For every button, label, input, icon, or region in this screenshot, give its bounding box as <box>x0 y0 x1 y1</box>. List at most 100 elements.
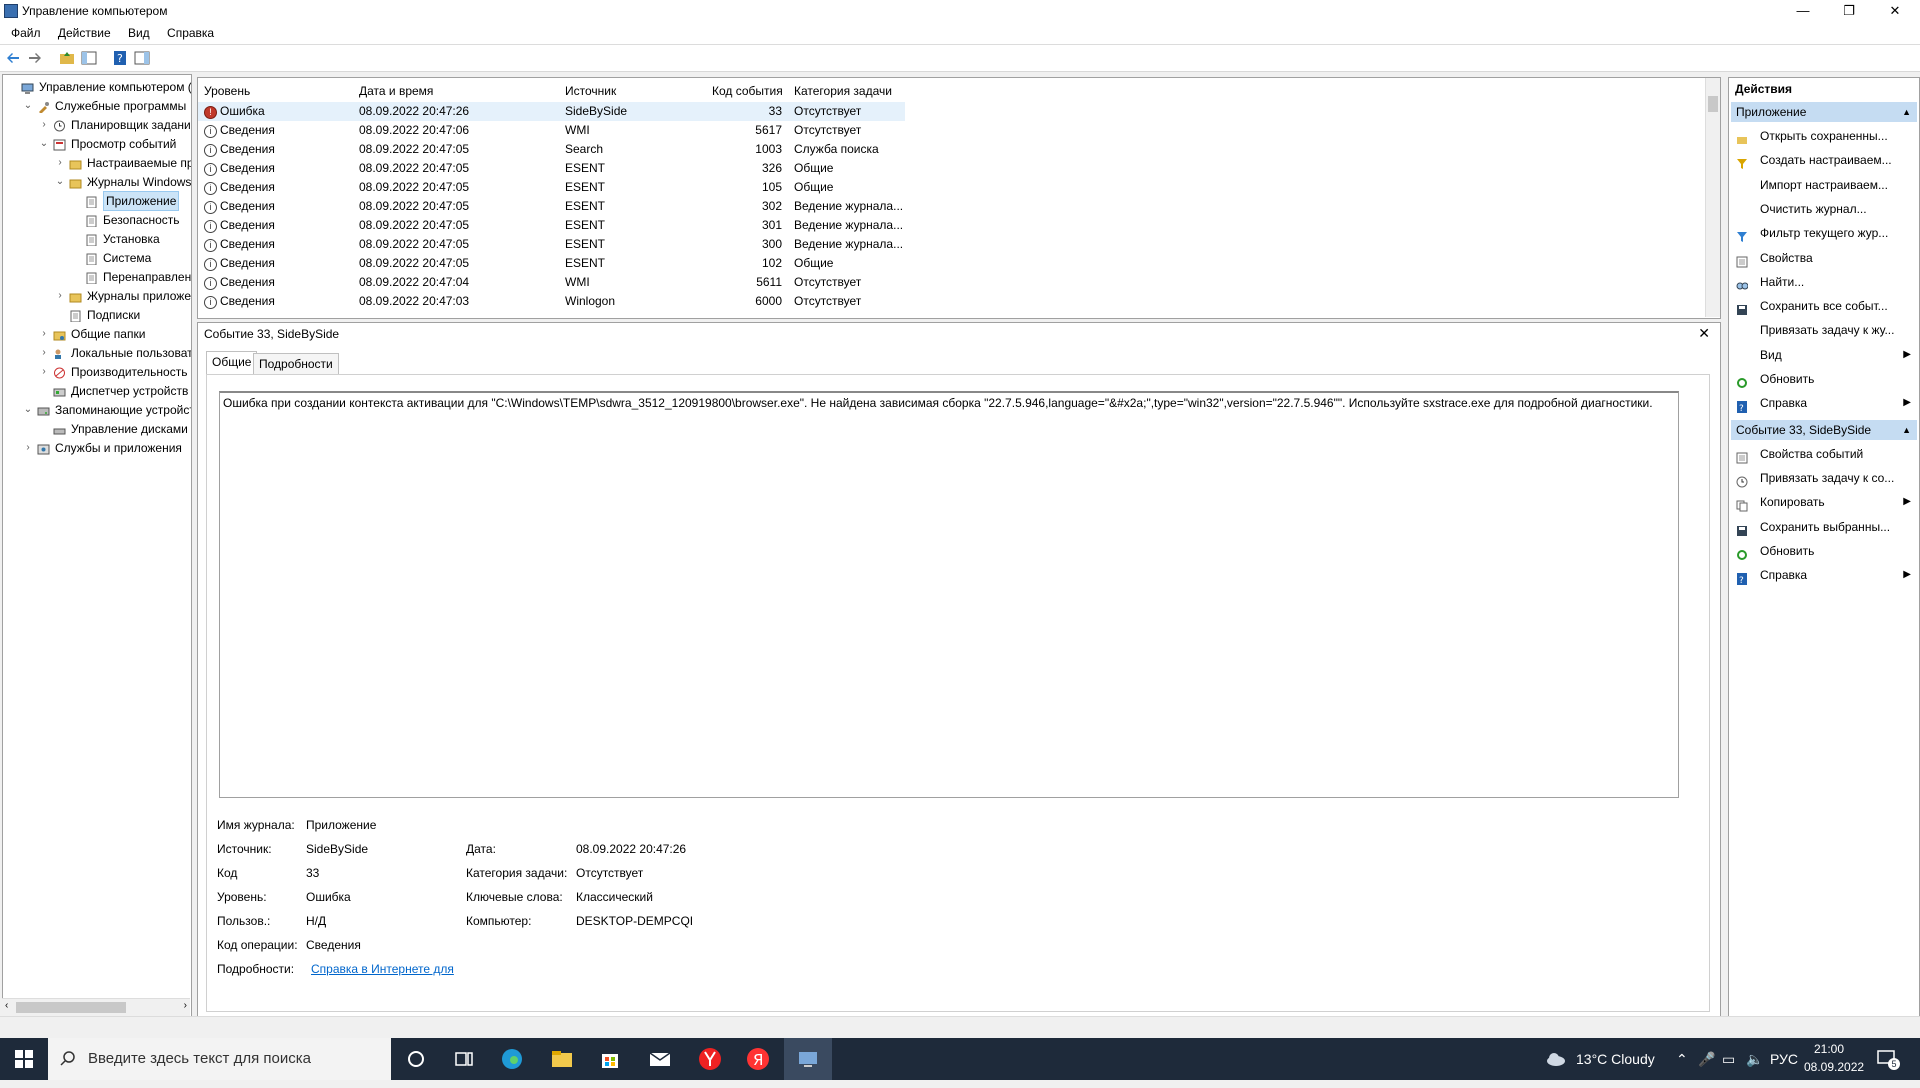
table-row[interactable]: i Сведения 08.09.2022 20:47:05 ESENT 326 Общи… <box>198 159 1708 178</box>
table-row[interactable]: i Сведения 08.09.2022 20:47:03 Winlogon 6000… <box>198 292 1708 311</box>
action-item[interactable]: ? Справка ▶ <box>1731 563 1917 587</box>
yandex-icon[interactable]: Я <box>746 1047 770 1071</box>
restore-button[interactable]: ❐ <box>1826 0 1872 22</box>
action-item[interactable]: Фильтр текущего жур... <box>1731 221 1917 245</box>
network-icon[interactable]: ▭ <box>1722 1038 1735 1080</box>
expand-chevron-icon[interactable]: › <box>23 439 33 457</box>
table-row[interactable]: i Сведения 08.09.2022 20:47:05 ESENT 302 Веде… <box>198 197 1708 216</box>
collapse-chevron-icon[interactable]: ⌄ <box>23 97 33 115</box>
yandex-browser-icon[interactable] <box>698 1047 722 1071</box>
no-icon <box>1736 203 1748 215</box>
tree-node-label: Общие папки <box>71 327 146 341</box>
table-row[interactable]: i Сведения 08.09.2022 20:47:05 ESENT 300 Веде… <box>198 235 1708 254</box>
online-help-link[interactable]: Справка в Интернете для <box>311 962 454 976</box>
notification-center-icon[interactable]: 5 <box>1876 1048 1900 1070</box>
action-item[interactable]: ? Справка ▶ <box>1731 391 1917 415</box>
action-item[interactable]: Свойства <box>1731 246 1917 270</box>
actions-section-header[interactable]: Приложение ▲ <box>1731 102 1917 122</box>
microphone-icon[interactable]: 🎤 <box>1698 1038 1715 1080</box>
list-vertical-scrollbar[interactable] <box>1705 78 1720 317</box>
computer-management-taskbar-icon[interactable] <box>796 1047 820 1071</box>
table-row[interactable]: i Сведения 08.09.2022 20:47:05 Search 1003 Сл… <box>198 140 1708 159</box>
clock-date[interactable]: 08.09.2022 <box>1804 1046 1864 1088</box>
volume-icon[interactable]: 🔈 <box>1746 1038 1763 1080</box>
action-item[interactable]: Обновить <box>1731 539 1917 563</box>
action-item[interactable]: Копировать ▶ <box>1731 490 1917 514</box>
action-item[interactable]: Обновить <box>1731 367 1917 391</box>
menu-action[interactable]: Действие <box>51 22 118 44</box>
close-icon[interactable]: ✕ <box>1698 325 1710 342</box>
close-button[interactable]: ✕ <box>1872 0 1918 22</box>
help-icon[interactable]: ? <box>112 50 128 66</box>
table-row[interactable]: i Сведения 08.09.2022 20:47:04 WMI 5611 Отсут… <box>198 273 1708 292</box>
tab-general[interactable]: Общие <box>206 351 258 375</box>
action-item[interactable]: Создать настраиваем... <box>1731 148 1917 172</box>
expand-chevron-icon[interactable]: › <box>39 325 49 343</box>
action-item[interactable]: Сохранить выбранны... <box>1731 515 1917 539</box>
scroll-left-icon[interactable]: ‹ <box>5 1000 8 1011</box>
task-view-icon[interactable] <box>452 1047 476 1071</box>
active-app-slot[interactable] <box>784 1038 832 1080</box>
tree-node-label: Настраиваемые пр <box>87 156 192 170</box>
menu-help[interactable]: Справка <box>160 22 221 44</box>
action-item[interactable]: Привязать задачу к жу... <box>1731 318 1917 342</box>
action-item[interactable]: Свойства событий <box>1731 442 1917 466</box>
action-item[interactable]: Найти... <box>1731 270 1917 294</box>
taskbar-search-box[interactable]: Введите здесь текст для поиска <box>48 1038 391 1080</box>
weather-text[interactable]: 13°C Cloudy <box>1576 1038 1655 1080</box>
menu-view[interactable]: Вид <box>121 22 157 44</box>
column-task-category[interactable]: Категория задачи <box>794 82 892 100</box>
menu-file[interactable]: Файл <box>4 22 48 44</box>
collapse-triangle-icon[interactable]: ▲ <box>1902 102 1911 122</box>
tab-details[interactable]: Подробности <box>253 353 339 375</box>
show-hide-tree-icon[interactable] <box>81 50 97 66</box>
file-explorer-icon[interactable] <box>550 1047 574 1071</box>
minimize-button[interactable]: — <box>1780 0 1826 22</box>
action-item[interactable]: Привязать задачу к со... <box>1731 466 1917 490</box>
table-row[interactable]: ! Ошибка 08.09.2022 20:47:26 SideBySide 33 От… <box>198 102 905 121</box>
show-hidden-icons-chevron-icon[interactable]: ⌃ <box>1676 1038 1688 1080</box>
cortana-icon[interactable] <box>404 1047 428 1071</box>
collapse-chevron-icon[interactable]: ⌄ <box>23 401 33 419</box>
mail-icon[interactable] <box>648 1047 672 1071</box>
table-row[interactable]: i Сведения 08.09.2022 20:47:05 ESENT 102 Общи… <box>198 254 1708 273</box>
collapse-chevron-icon[interactable]: ⌄ <box>39 135 49 153</box>
column-source[interactable]: Источник <box>565 82 616 100</box>
forward-arrow-icon[interactable] <box>27 50 43 66</box>
expand-chevron-icon[interactable]: › <box>55 154 65 172</box>
tree-horizontal-scrollbar[interactable]: ‹ › <box>2 998 190 1016</box>
action-item[interactable]: Очистить журнал... <box>1731 197 1917 221</box>
up-folder-icon[interactable] <box>59 50 75 66</box>
expand-chevron-icon[interactable]: › <box>39 116 49 134</box>
collapse-triangle-icon[interactable]: ▲ <box>1902 420 1911 440</box>
store-icon[interactable] <box>598 1047 622 1071</box>
event-viewer-icon <box>53 138 66 151</box>
action-item[interactable]: Сохранить все событ... <box>1731 294 1917 318</box>
computer-label: Компьютер: <box>466 914 532 928</box>
expand-chevron-icon[interactable]: › <box>39 344 49 362</box>
windows-start-icon[interactable] <box>12 1047 36 1071</box>
expand-chevron-icon[interactable]: › <box>39 363 49 381</box>
table-row[interactable]: i Сведения 08.09.2022 20:47:06 WMI 5617 Отсут… <box>198 121 1708 140</box>
edge-browser-icon[interactable] <box>500 1047 524 1071</box>
scroll-thumb[interactable] <box>1708 96 1718 112</box>
table-row[interactable]: i Сведения 08.09.2022 20:47:05 ESENT 301 Веде… <box>198 216 1708 235</box>
back-arrow-icon[interactable] <box>5 50 21 66</box>
show-hide-action-pane-icon[interactable] <box>134 50 150 66</box>
expand-chevron-icon[interactable]: › <box>55 287 65 305</box>
action-item[interactable]: Импорт настраиваем... <box>1731 173 1917 197</box>
actions-section-header[interactable]: Событие 33, SideBySide ▲ <box>1731 419 1917 440</box>
action-item[interactable]: Открыть сохраненны... <box>1731 124 1917 148</box>
scroll-right-icon[interactable]: › <box>184 1000 187 1011</box>
column-date[interactable]: Дата и время <box>359 82 433 100</box>
scroll-thumb[interactable] <box>16 1002 126 1013</box>
cloudy-weather-icon[interactable] <box>1544 1047 1568 1071</box>
language-indicator[interactable]: РУС <box>1770 1038 1798 1080</box>
table-row[interactable]: i Сведения 08.09.2022 20:47:05 ESENT 105 Общи… <box>198 178 1708 197</box>
collapse-chevron-icon[interactable]: ⌄ <box>55 173 65 191</box>
column-event-code[interactable]: Код события <box>712 82 783 100</box>
column-level[interactable]: Уровень <box>204 82 250 100</box>
action-item[interactable]: Вид ▶ <box>1731 343 1917 367</box>
svg-text:?: ? <box>1739 576 1744 585</box>
event-message-box[interactable]: Ошибка при создании контекста активации … <box>219 391 1679 798</box>
